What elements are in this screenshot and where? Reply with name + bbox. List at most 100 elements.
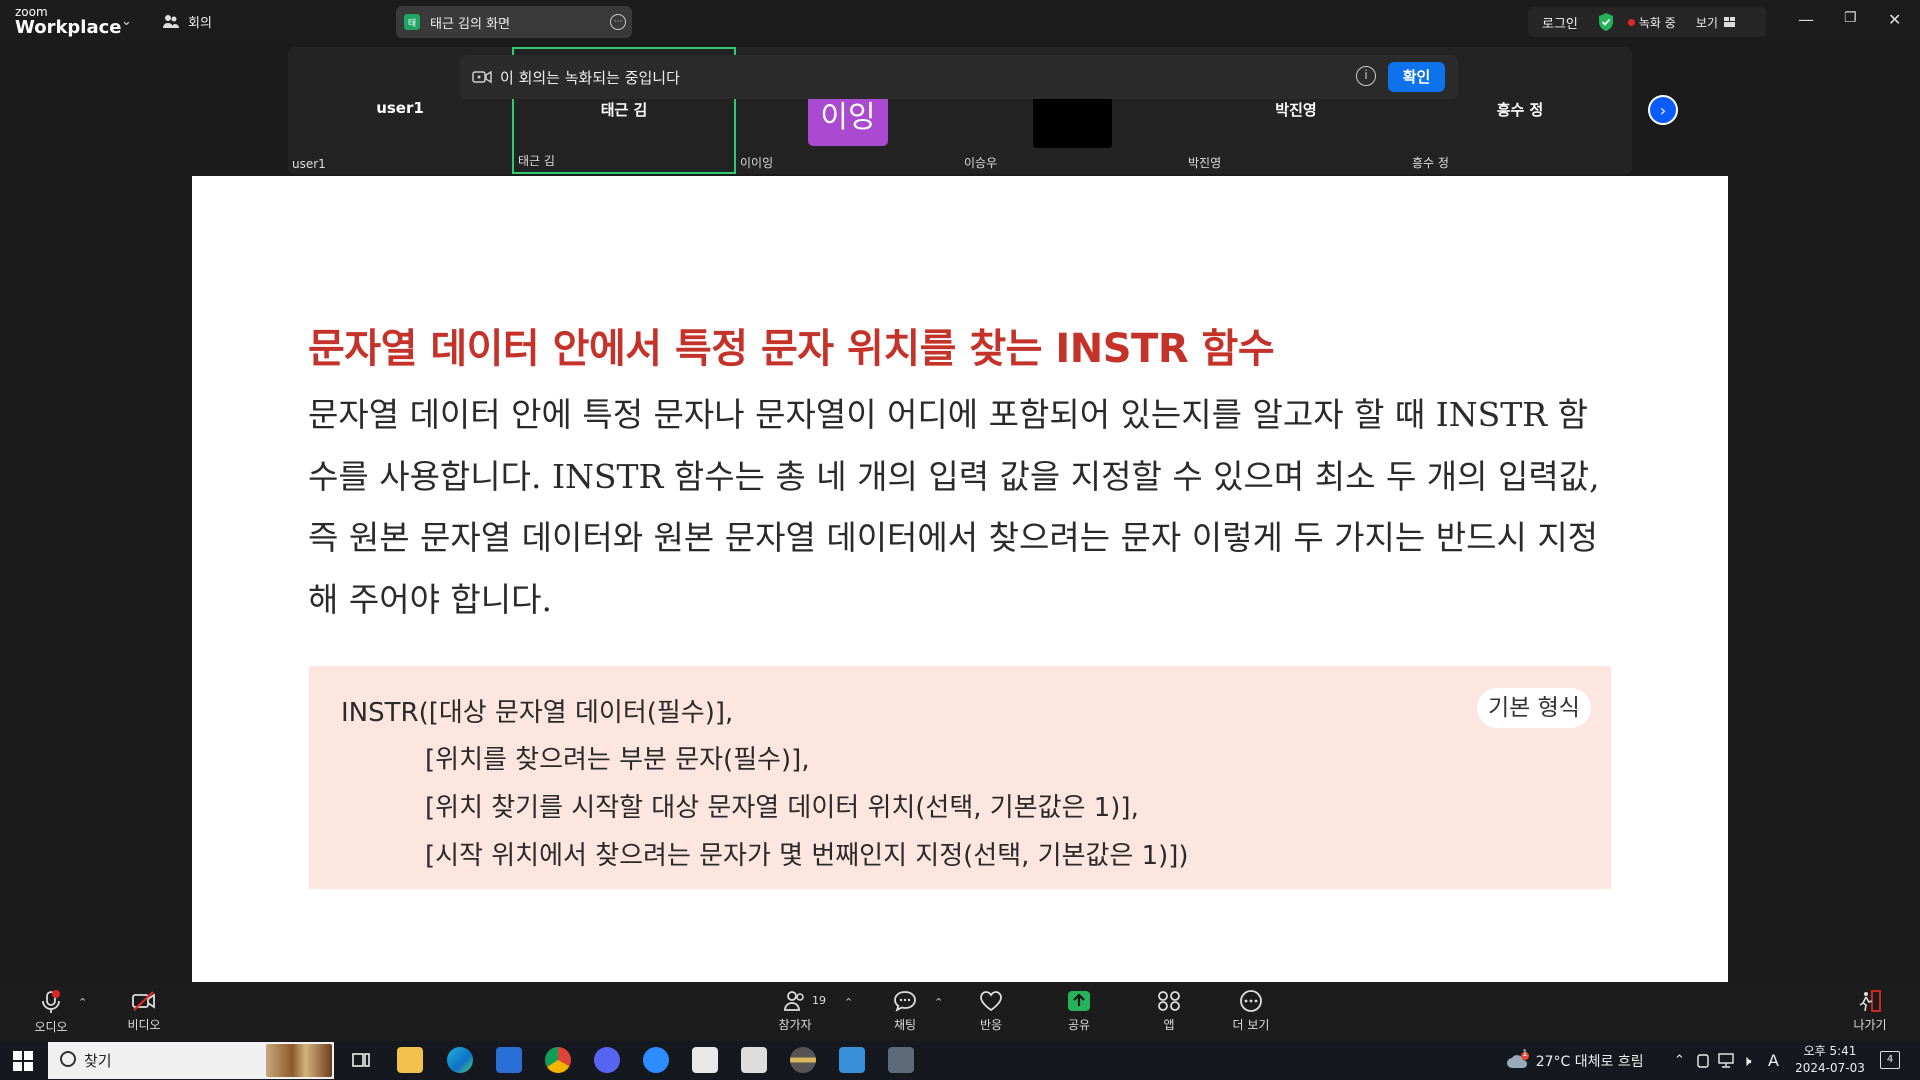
audio-options-caret-icon[interactable]: ⌃: [78, 996, 87, 1009]
windows-start-icon[interactable]: [13, 1051, 33, 1071]
chat-icon: [894, 991, 916, 1012]
close-icon[interactable]: ✕: [1888, 10, 1901, 29]
reactions-label: 반응: [979, 1018, 1003, 1032]
screen-share-tab[interactable]: 태 태근 김의 화면 ···: [396, 6, 632, 38]
apps-icon: [1158, 991, 1180, 1011]
meeting-label: 회의: [188, 16, 212, 31]
paint-icon[interactable]: [839, 1047, 865, 1073]
clock-date: 2024-07-03: [1795, 1061, 1865, 1075]
task-view-icon[interactable]: [348, 1047, 374, 1073]
next-page-button[interactable]: ›: [1648, 95, 1678, 125]
participant-video: [1033, 97, 1112, 148]
zoom-app-icon[interactable]: [643, 1047, 669, 1073]
recording-notice-text: 이 회의는 녹화되는 중입니다: [500, 68, 680, 87]
participant-label: 태근 김: [518, 154, 555, 168]
view-button[interactable]: 보기: [1696, 14, 1736, 31]
device-icon[interactable]: [1697, 1054, 1709, 1068]
microphone-icon: [42, 990, 60, 1013]
participant-name: 흥수 정: [1496, 101, 1544, 119]
taskbar-search-box[interactable]: 찾기: [48, 1042, 334, 1079]
calculator-icon[interactable]: [888, 1047, 914, 1073]
restore-icon[interactable]: ❐: [1844, 10, 1857, 26]
participant-label: 이승우: [964, 156, 998, 170]
top-right-panel: 로그인 녹화 중 보기: [1528, 7, 1766, 37]
document-paragraph: 문자열 데이터 안에 특정 문자나 문자열이 어디에 포함되어 있는지를 알고자…: [308, 395, 1600, 619]
meeting-menu-button[interactable]: 회의: [162, 12, 212, 31]
syntax-line: INSTR([대상 문자열 데이터(필수)],: [341, 698, 734, 728]
document-title: 문자열 데이터 안에서 특정 문자 위치를 찾는 INSTR 함수: [308, 326, 1275, 372]
apps-label: 앱: [1163, 1018, 1175, 1032]
taskbar-clock[interactable]: 오후 5:41 2024-07-03: [1790, 1043, 1870, 1077]
document-app-icon[interactable]: [741, 1047, 767, 1073]
recording-dot-icon: [1627, 18, 1635, 26]
minimize-icon[interactable]: —: [1798, 10, 1814, 29]
participant-label: 이이잉: [740, 156, 774, 170]
shield-icon[interactable]: [1598, 13, 1614, 31]
login-button[interactable]: 로그인: [1542, 13, 1578, 32]
participant-name: 박진영: [1275, 101, 1317, 119]
syntax-line: [위치 찾기를 시작할 대상 문자열 데이터 위치(선택, 기본값은 1)],: [425, 793, 1139, 823]
ime-indicator[interactable]: A: [1768, 1041, 1779, 1080]
video-label: 비디오: [127, 1018, 161, 1032]
heart-icon: [980, 991, 1002, 1012]
participants-icon: [784, 991, 804, 1011]
share-tab-label: 태근 김의 화면: [430, 16, 511, 32]
edge-icon[interactable]: [447, 1047, 473, 1073]
sharer-avatar: 태: [404, 14, 420, 30]
syntax-line: [위치를 찾으려는 부분 문자(필수)],: [425, 745, 810, 775]
meeting-controls: 오디오 ⌃ 비디오 참가자 19 ⌃ 채팅 ⌃ 반응 공유 앱 더 보기 나가기: [0, 982, 1920, 1041]
recording-label: 녹화 중: [1638, 15, 1676, 30]
more-icon: [1240, 990, 1262, 1012]
app-icon[interactable]: [790, 1047, 816, 1073]
participant-label: 박진영: [1188, 156, 1222, 170]
chevron-up-icon[interactable]: ⌃: [1674, 1041, 1685, 1080]
weather-widget[interactable]: 1 27°C 대체로 흐림: [1506, 1041, 1644, 1080]
participants-options-caret-icon[interactable]: ⌃: [844, 996, 853, 1009]
leave-button[interactable]: 나가기: [1840, 990, 1900, 1033]
participant-name: 태근 김: [600, 101, 648, 119]
syntax-tag: 기본 형식: [1477, 688, 1591, 728]
leave-label: 나가기: [1853, 1018, 1887, 1032]
video-button[interactable]: 비디오: [114, 990, 174, 1033]
chat-options-caret-icon[interactable]: ⌃: [934, 996, 943, 1009]
windows-taskbar: 찾기 1 27°C 대체로 흐림 ⌃ 🕨 A 오후 5:41 2024-07-0…: [0, 1041, 1920, 1080]
title-bar: zoom Workplace ⌄ 회의 태 태근 김의 화면 ··· 로그인 녹…: [0, 0, 1920, 44]
chrome-icon[interactable]: [545, 1047, 571, 1073]
video-off-icon: [132, 991, 155, 1011]
discord-icon[interactable]: [594, 1047, 620, 1073]
network-icon[interactable]: [1718, 1053, 1734, 1068]
recording-camera-icon: [472, 70, 492, 84]
chevron-right-icon: ›: [1659, 100, 1667, 120]
notification-count: 4: [1886, 1054, 1894, 1065]
media-player-icon[interactable]: [692, 1047, 718, 1073]
share-button[interactable]: 공유: [1049, 990, 1109, 1033]
reactions-button[interactable]: 반응: [961, 990, 1021, 1033]
participant-label: user1: [292, 157, 326, 171]
notification-center-icon[interactable]: 4: [1880, 1051, 1900, 1069]
chat-label: 채팅: [893, 1018, 917, 1032]
logo-workplace: Workplace: [15, 17, 122, 38]
info-icon[interactable]: i: [1356, 66, 1376, 86]
chevron-down-icon[interactable]: ⌄: [121, 14, 132, 29]
file-explorer-icon[interactable]: [397, 1047, 423, 1073]
audio-button[interactable]: 오디오: [21, 990, 81, 1035]
leave-icon: [1859, 990, 1881, 1012]
search-highlight-image: [266, 1044, 332, 1077]
more-button[interactable]: 더 보기: [1221, 990, 1281, 1033]
apps-button[interactable]: 앱: [1139, 990, 1199, 1033]
syntax-line: [시작 위치에서 찾으려는 문자가 몇 번째인지 지정(선택, 기본값은 1)]…: [425, 841, 1189, 871]
participants-label: 참가자: [778, 1018, 812, 1032]
zoom-window: zoom Workplace ⌄ 회의 태 태근 김의 화면 ··· 로그인 녹…: [0, 0, 1920, 1080]
search-icon: [60, 1051, 76, 1067]
confirm-button[interactable]: 확인: [1388, 62, 1445, 92]
syntax-box: INSTR([대상 문자열 데이터(필수)], [위치를 찾으려는 부분 문자(…: [309, 666, 1611, 889]
store-icon[interactable]: [496, 1047, 522, 1073]
speaker-icon[interactable]: 🕨: [1742, 1041, 1751, 1080]
weather-text: 27°C 대체로 흐림: [1535, 1053, 1644, 1070]
people-icon: [163, 14, 179, 28]
search-placeholder: 찾기: [84, 1052, 112, 1070]
shared-screen-content: 문자열 데이터 안에서 특정 문자 위치를 찾는 INSTR 함수 문자열 데이…: [192, 176, 1728, 982]
more-options-icon[interactable]: ···: [610, 14, 626, 30]
recording-indicator[interactable]: 녹화 중: [1627, 14, 1676, 31]
chat-button[interactable]: 채팅: [875, 990, 935, 1033]
